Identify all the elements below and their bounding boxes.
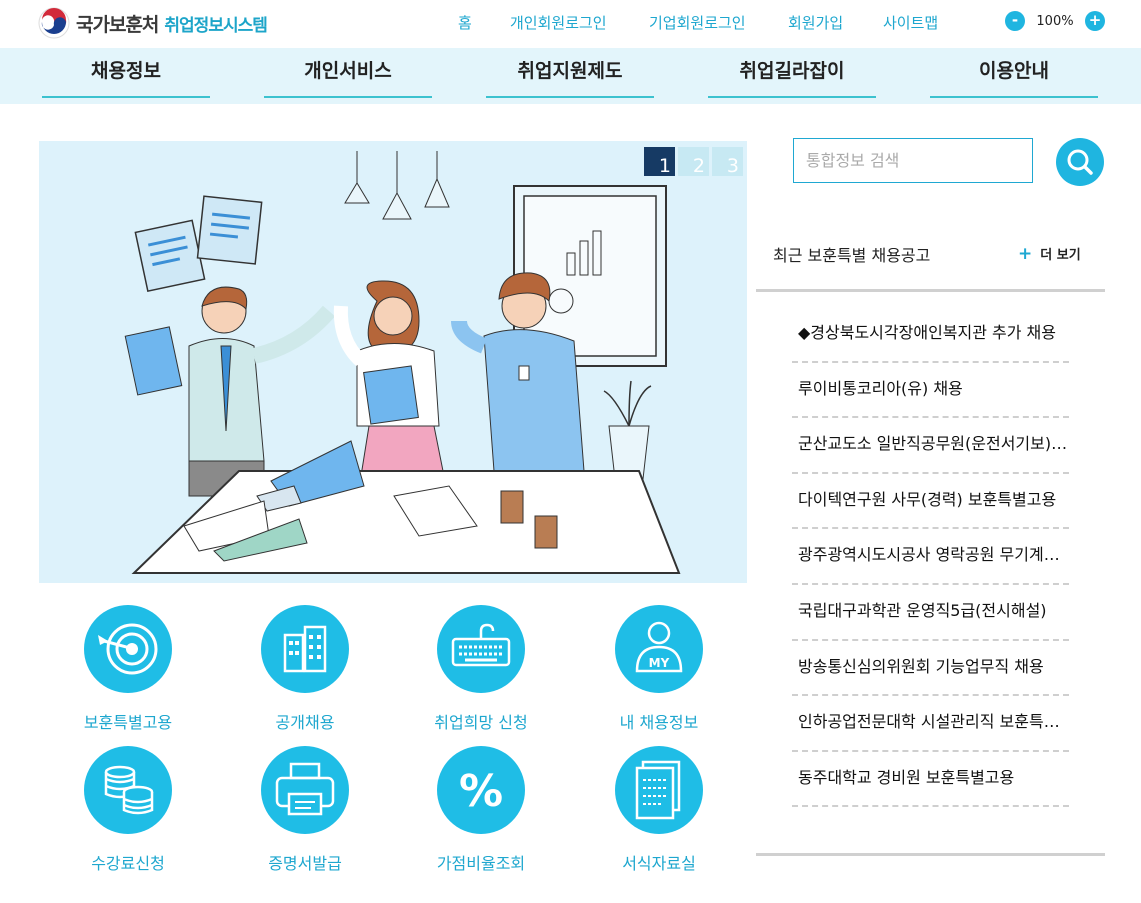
- buildings-icon: [261, 605, 349, 693]
- nav-item-info[interactable]: 이용안내: [930, 48, 1098, 98]
- banner-page-1[interactable]: 1: [644, 147, 675, 177]
- list-item[interactable]: 다이텍연구원 사무(경력) 보훈특별고용: [792, 474, 1069, 530]
- nav-item-jobs[interactable]: 채용정보: [42, 48, 210, 98]
- list-divider-top: [756, 289, 1105, 292]
- quick-menu-label: 증명서발급: [268, 854, 342, 873]
- coins-icon: [84, 746, 172, 834]
- target-icon: [84, 605, 172, 693]
- zoom-level: 100%: [1036, 13, 1074, 29]
- percent-glyph: %: [459, 766, 503, 817]
- list-item[interactable]: 인하공업전문대학 시설관리직 보훈특별고용: [792, 696, 1069, 752]
- quick-menu-label: 취업희망 신청: [434, 713, 528, 732]
- quick-menu-label: 가점비율조회: [436, 854, 526, 873]
- nav-item-personal[interactable]: 개인서비스: [264, 48, 432, 98]
- quick-menu-job-request[interactable]: 취업희망 신청: [401, 605, 561, 733]
- job-list: ◆경상북도시각장애인복지관 추가 채용 루이비통코리아(유) 채용 군산교도소 …: [792, 307, 1069, 808]
- zoom-in-button[interactable]: +: [1085, 11, 1105, 31]
- more-button[interactable]: + 더 보기: [1018, 244, 1081, 264]
- quick-menu-tuition[interactable]: 수강료신청: [48, 746, 208, 874]
- logo-org-name: 국가보훈처: [76, 13, 159, 36]
- printer-icon: [261, 746, 349, 834]
- search-input[interactable]: [793, 138, 1033, 183]
- office-team-illustration: [124, 151, 681, 574]
- util-link-home[interactable]: 홈: [458, 12, 472, 33]
- hero-banner[interactable]: [39, 141, 747, 583]
- list-item[interactable]: ◆경상북도시각장애인복지관 추가 채용: [792, 307, 1069, 363]
- list-item[interactable]: 루이비통코리아(유) 채용: [792, 363, 1069, 419]
- quick-menu-label: 보훈특별고용: [83, 713, 173, 732]
- banner-page-2[interactable]: 2: [678, 147, 709, 177]
- site-logo[interactable]: 국가보훈처 취업정보시스템: [38, 7, 268, 39]
- list-item[interactable]: 동주대학교 경비원 보훈특별고용: [792, 752, 1069, 808]
- logo-system-name: 취업정보시스템: [164, 15, 267, 36]
- list-item[interactable]: 군산교도소 일반직공무원(운전서기보) 채용: [792, 418, 1069, 474]
- list-item[interactable]: 방송통신심의위원회 기능업무직 채용: [792, 641, 1069, 697]
- document-icon: [615, 746, 703, 834]
- search-icon: [1067, 149, 1093, 175]
- quick-menu-my-jobs[interactable]: MY 내 채용정보: [579, 605, 739, 733]
- top-bar: 국가보훈처 취업정보시스템 홈 개인회원로그인 기업회원로그인 회원가입 사이트…: [0, 0, 1141, 48]
- util-link-personal-login[interactable]: 개인회원로그인: [510, 12, 607, 33]
- quick-menu-label: 수강료신청: [91, 854, 165, 873]
- plus-icon: +: [1018, 244, 1033, 264]
- recent-jobs-title: 최근 보훈특별 채용공고: [773, 246, 931, 265]
- list-item[interactable]: 국립대구과학관 운영직5급(전시해설): [792, 585, 1069, 641]
- quick-menu-label: 공개채용: [275, 713, 335, 732]
- my-user-icon: MY: [615, 605, 703, 693]
- keyboard-icon: [437, 605, 525, 693]
- list-item[interactable]: 광주광역시도시공사 영락공원 무기계약직: [792, 529, 1069, 585]
- nav-item-guide[interactable]: 취업길라잡이: [708, 48, 876, 98]
- taegeuk-logo-icon: [38, 7, 70, 39]
- util-link-signup[interactable]: 회원가입: [788, 12, 843, 33]
- zoom-out-button[interactable]: -: [1005, 11, 1025, 31]
- banner-page-3[interactable]: 3: [712, 147, 743, 177]
- quick-menu-bonus-rate[interactable]: % 가점비율조회: [401, 746, 561, 874]
- search-button[interactable]: [1056, 138, 1104, 186]
- quick-menu-certificate[interactable]: 증명서발급: [225, 746, 385, 874]
- util-link-sitemap[interactable]: 사이트맵: [883, 12, 938, 33]
- nav-item-support[interactable]: 취업지원제도: [486, 48, 654, 98]
- quick-menu-veteran-employment[interactable]: 보훈특별고용: [48, 605, 208, 733]
- more-label: 더 보기: [1040, 248, 1081, 263]
- quick-menu-label: 내 채용정보: [619, 713, 699, 732]
- quick-menu-public-recruit[interactable]: 공개채용: [225, 605, 385, 733]
- my-badge: MY: [649, 656, 670, 670]
- quick-menu-forms[interactable]: 서식자료실: [579, 746, 739, 874]
- percent-icon: %: [437, 746, 525, 834]
- util-link-company-login[interactable]: 기업회원로그인: [649, 12, 746, 33]
- zoom-control: - 100% +: [1005, 11, 1105, 31]
- main-nav: 채용정보 개인서비스 취업지원제도 취업길라잡이 이용안내: [0, 48, 1141, 104]
- quick-menu-label: 서식자료실: [622, 854, 696, 873]
- list-divider-bottom: [756, 853, 1105, 856]
